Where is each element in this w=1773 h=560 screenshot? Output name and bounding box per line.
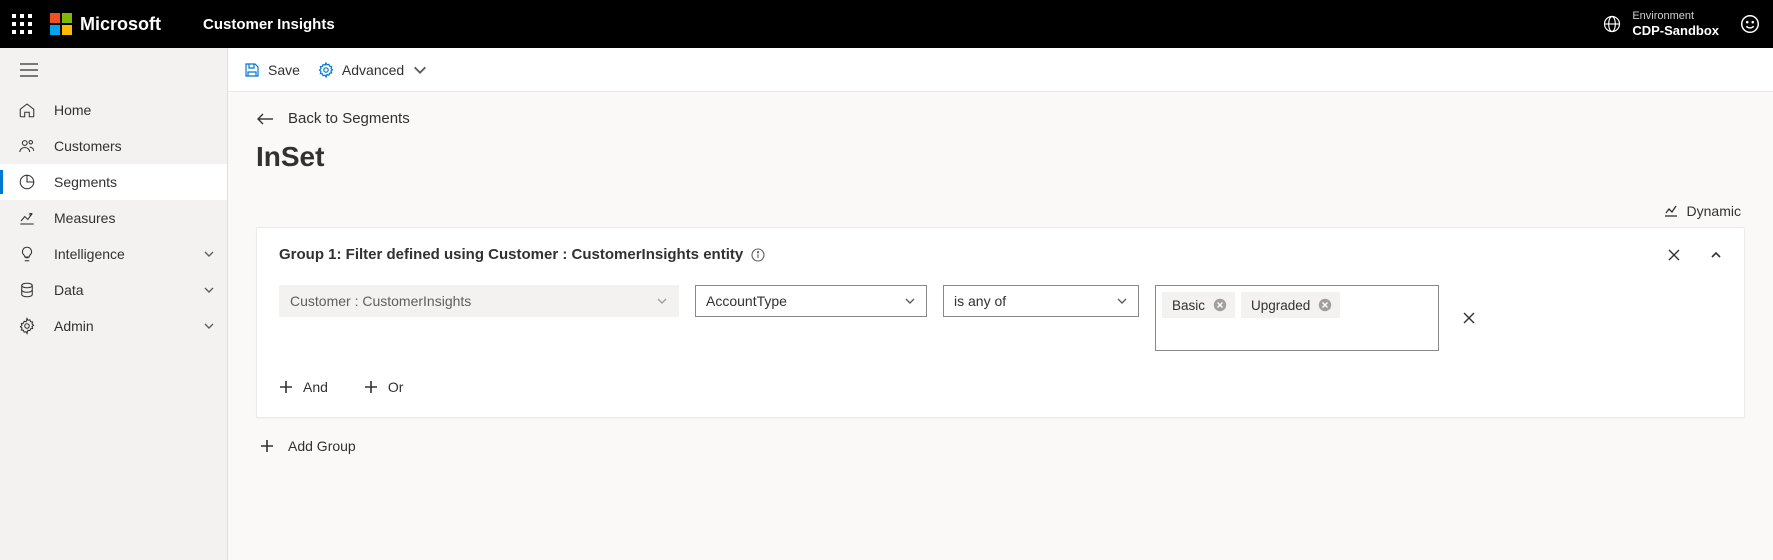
sidebar: Home Customers Segments Measures Intelli… — [0, 48, 228, 560]
app-title: Customer Insights — [203, 16, 335, 33]
group-card: Group 1: Filter defined using Customer :… — [256, 227, 1745, 418]
advanced-button[interactable]: Advanced — [318, 62, 428, 78]
page-title: InSet — [256, 141, 1745, 173]
operator-select[interactable]: is any of — [943, 285, 1139, 317]
gear-icon — [18, 317, 36, 335]
add-or-button[interactable]: Or — [364, 379, 404, 395]
entity-value: Customer : CustomerInsights — [290, 293, 471, 309]
lightbulb-icon — [18, 245, 36, 263]
add-group-label: Add Group — [288, 438, 356, 454]
microsoft-brand-text: Microsoft — [80, 14, 161, 35]
tag-label: Basic — [1172, 298, 1205, 313]
command-bar: Save Advanced — [228, 48, 1773, 92]
remove-tag-icon[interactable] — [1318, 298, 1332, 312]
back-to-segments-link[interactable]: Back to Segments — [256, 110, 1745, 127]
sidebar-item-home[interactable]: Home — [0, 92, 227, 128]
chevron-down-icon — [904, 295, 916, 307]
globe-icon — [1602, 14, 1622, 34]
sidebar-item-label: Measures — [54, 210, 115, 226]
main: Save Advanced Back to Segments InSet Dyn… — [228, 48, 1773, 560]
people-icon — [18, 137, 36, 155]
sidebar-item-label: Customers — [54, 138, 122, 154]
attribute-select[interactable]: AccountType — [695, 285, 927, 317]
group-title: Group 1: Filter defined using Customer :… — [279, 246, 743, 263]
back-label: Back to Segments — [288, 110, 410, 127]
tag-label: Upgraded — [1251, 298, 1310, 313]
environment-label: Environment — [1632, 10, 1719, 23]
sidebar-item-label: Segments — [54, 174, 117, 190]
plus-icon — [279, 380, 293, 394]
hamburger-icon — [20, 63, 38, 77]
add-and-button[interactable]: And — [279, 379, 328, 395]
save-label: Save — [268, 62, 300, 78]
sidebar-item-customers[interactable]: Customers — [0, 128, 227, 164]
home-icon — [18, 101, 36, 119]
filter-row: Customer : CustomerInsights AccountType … — [279, 285, 1722, 351]
collapse-group-button[interactable] — [1710, 249, 1722, 261]
info-icon[interactable] — [751, 248, 765, 262]
attribute-value: AccountType — [706, 293, 787, 309]
app-header: Microsoft Customer Insights Environment … — [0, 0, 1773, 48]
chevron-down-icon — [412, 62, 428, 78]
sidebar-item-segments[interactable]: Segments — [0, 164, 227, 200]
entity-field: Customer : CustomerInsights — [279, 285, 679, 317]
sidebar-item-measures[interactable]: Measures — [0, 200, 227, 236]
close-group-button[interactable] — [1666, 247, 1682, 263]
sidebar-item-data[interactable]: Data — [0, 272, 227, 308]
microsoft-logo[interactable]: Microsoft — [50, 13, 161, 35]
advanced-label: Advanced — [342, 62, 404, 78]
microsoft-logo-icon — [50, 13, 72, 35]
values-tag-input[interactable]: Basic Upgraded — [1155, 285, 1439, 351]
sidebar-item-label: Intelligence — [54, 246, 125, 262]
database-icon — [18, 281, 36, 299]
sidebar-item-label: Data — [54, 282, 84, 298]
chart-line-icon — [18, 209, 36, 227]
plus-icon — [364, 380, 378, 394]
sidebar-item-label: Admin — [54, 318, 94, 334]
plus-icon — [260, 439, 274, 453]
value-tag: Basic — [1162, 292, 1235, 318]
save-icon — [244, 62, 260, 78]
sidebar-toggle[interactable] — [0, 48, 227, 92]
operator-value: is any of — [954, 293, 1006, 309]
chevron-down-icon — [656, 295, 668, 307]
add-group-button[interactable]: Add Group — [256, 438, 1745, 454]
chevron-down-icon — [203, 284, 215, 296]
sidebar-item-intelligence[interactable]: Intelligence — [0, 236, 227, 272]
chevron-down-icon — [203, 248, 215, 260]
pie-icon — [18, 173, 36, 191]
gear-icon — [318, 62, 334, 78]
nav: Home Customers Segments Measures Intelli… — [0, 92, 227, 344]
remove-tag-icon[interactable] — [1213, 298, 1227, 312]
remove-condition-button[interactable] — [1461, 310, 1477, 326]
chart-line-icon — [1663, 203, 1679, 219]
chevron-down-icon — [1116, 295, 1128, 307]
app-launcher-icon[interactable] — [12, 14, 32, 34]
segment-type-indicator[interactable]: Dynamic — [256, 203, 1745, 219]
sidebar-item-label: Home — [54, 102, 91, 118]
segment-type-label: Dynamic — [1687, 203, 1741, 219]
content: Back to Segments InSet Dynamic Group 1: … — [228, 92, 1773, 560]
save-button[interactable]: Save — [244, 62, 300, 78]
value-tag: Upgraded — [1241, 292, 1340, 318]
chevron-down-icon — [203, 320, 215, 332]
environment-name: CDP-Sandbox — [1632, 23, 1719, 39]
add-and-label: And — [303, 379, 328, 395]
sidebar-item-admin[interactable]: Admin — [0, 308, 227, 344]
environment-switcher[interactable]: Environment CDP-Sandbox — [1602, 10, 1719, 39]
add-or-label: Or — [388, 379, 404, 395]
arrow-left-icon — [256, 112, 274, 126]
feedback-smiley-icon[interactable] — [1739, 13, 1761, 35]
